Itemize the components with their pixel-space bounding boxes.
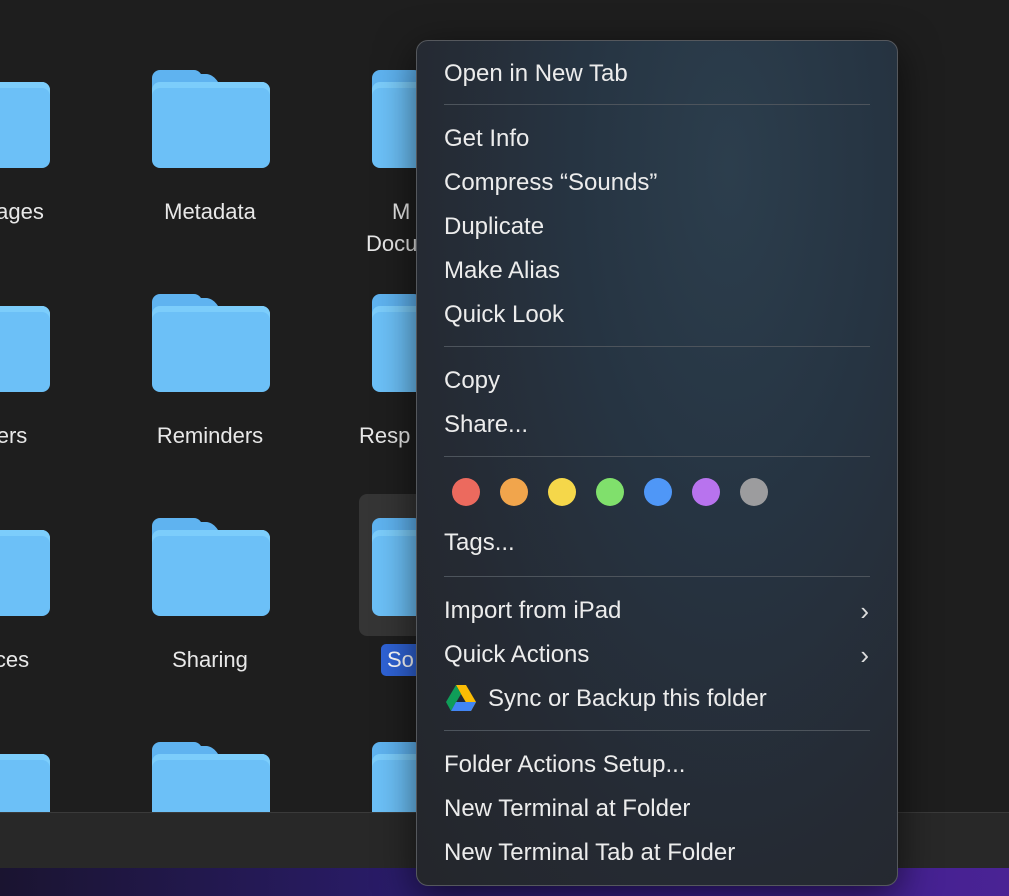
menu-item-sync-backup[interactable]: Sync or Backup this folder (488, 677, 767, 721)
folder-icon[interactable] (152, 742, 270, 812)
folder-label[interactable]: Resp (359, 422, 419, 450)
folder-label[interactable]: ces (0, 646, 92, 674)
menu-item-copy[interactable]: Copy (444, 359, 500, 403)
menu-separator (444, 730, 870, 731)
folder-icon-reminders[interactable] (152, 294, 270, 392)
menu-item-folder-actions-setup[interactable]: Folder Actions Setup... (444, 743, 685, 787)
menu-item-open-in-new-tab[interactable]: Open in New Tab (444, 52, 628, 96)
menu-separator (444, 346, 870, 347)
tag-orange-dot[interactable] (500, 478, 528, 506)
menu-item-import-from-ipad[interactable]: Import from iPad (444, 589, 870, 633)
folder-label-sharing[interactable]: Sharing (130, 646, 290, 674)
folder-label-reminders[interactable]: Reminders (130, 422, 290, 450)
folder-icon[interactable] (0, 742, 50, 812)
tag-purple-dot[interactable] (692, 478, 720, 506)
folder-icon-sharing[interactable] (152, 518, 270, 616)
folder-label[interactable]: ers (0, 422, 92, 450)
menu-separator (444, 456, 870, 457)
selected-folder-label[interactable]: So (381, 644, 421, 676)
menu-separator (444, 104, 870, 105)
menu-item-make-alias[interactable]: Make Alias (444, 249, 560, 293)
tag-blue-dot[interactable] (644, 478, 672, 506)
menu-item-get-info[interactable]: Get Info (444, 117, 529, 161)
menu-item-new-terminal-tab[interactable]: New Terminal Tab at Folder (444, 831, 735, 875)
menu-separator (444, 576, 870, 577)
context-menu: Open in New Tab Get Info Compress “Sound… (416, 40, 898, 886)
menu-item-compress[interactable]: Compress “Sounds” (444, 161, 657, 205)
menu-item-share[interactable]: Share... (444, 403, 528, 447)
chevron-right-icon: › (860, 596, 869, 626)
folder-icon[interactable] (0, 518, 50, 616)
folder-label[interactable]: ages (0, 198, 100, 226)
folder-icon-metadata[interactable] (152, 70, 270, 168)
tag-gray-dot[interactable] (740, 478, 768, 506)
folder-icon[interactable] (0, 70, 50, 168)
tag-red-dot[interactable] (452, 478, 480, 506)
google-drive-icon (446, 685, 476, 711)
tag-green-dot[interactable] (596, 478, 624, 506)
menu-item-new-terminal[interactable]: New Terminal at Folder (444, 787, 690, 831)
menu-item-tags[interactable]: Tags... (444, 521, 515, 565)
menu-item-label: Import from iPad (444, 597, 622, 624)
chevron-right-icon: › (860, 640, 869, 670)
tag-yellow-dot[interactable] (548, 478, 576, 506)
folder-label-metadata[interactable]: Metadata (130, 198, 290, 226)
menu-item-quick-actions[interactable]: Quick Actions (444, 633, 870, 677)
menu-item-quick-look[interactable]: Quick Look (444, 293, 564, 337)
menu-item-label: Quick Actions (444, 641, 590, 668)
menu-item-duplicate[interactable]: Duplicate (444, 205, 544, 249)
folder-icon[interactable] (0, 294, 50, 392)
